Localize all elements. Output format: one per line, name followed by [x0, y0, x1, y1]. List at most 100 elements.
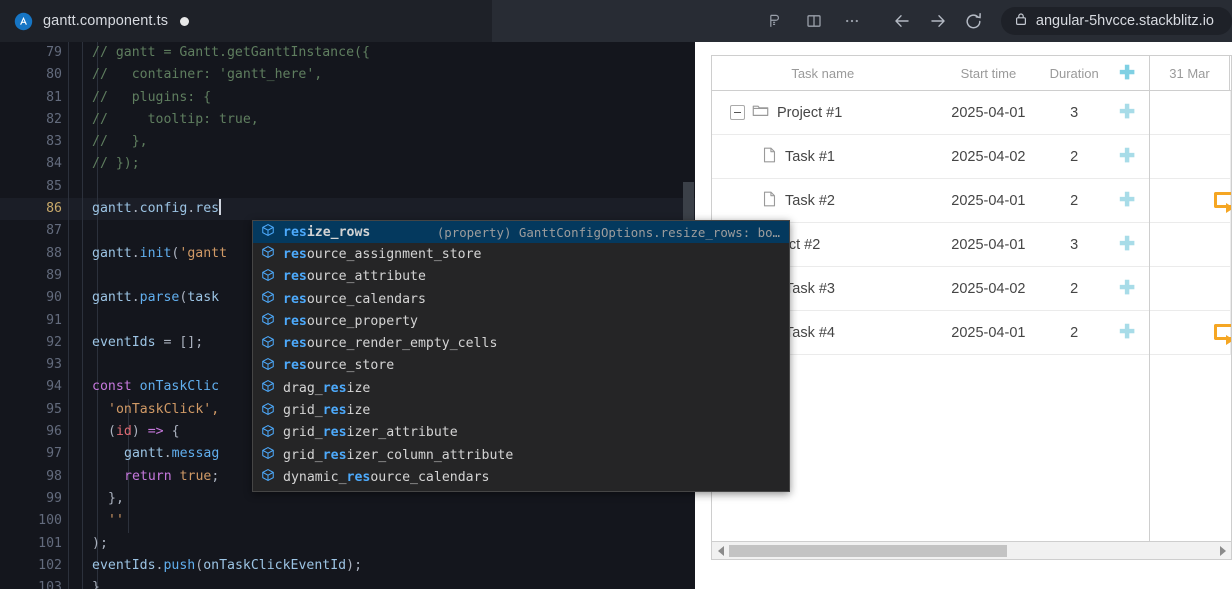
timeline-header-cell: 31 Mar	[1150, 56, 1230, 91]
code-line[interactable]: 103}	[0, 577, 695, 589]
add-task-button[interactable]: ✚	[1105, 103, 1149, 122]
gantt-timeline: 31 Mar	[1150, 56, 1231, 541]
add-task-button[interactable]: ✚	[1105, 323, 1149, 342]
code-line[interactable]: 102 eventIds.push(onTaskClickEventId);	[0, 554, 695, 578]
editor-tab[interactable]: gantt.component.ts	[0, 0, 492, 42]
suggest-item[interactable]: grid_resizer_column_attribute	[253, 444, 789, 466]
indent-guide	[68, 264, 69, 288]
scroll-right-icon[interactable]	[1214, 545, 1231, 556]
indent-guide	[68, 577, 69, 589]
code-line[interactable]: 82 // tooltip: true,	[0, 108, 695, 132]
indent-guide	[82, 309, 83, 332]
line-number: 86	[46, 201, 62, 217]
indent-guide	[68, 309, 69, 332]
code-text: // },	[92, 134, 148, 150]
indent-guide	[97, 443, 98, 466]
split-editor-icon[interactable]	[797, 5, 831, 37]
add-column-button[interactable]: ✚	[1105, 64, 1149, 83]
code-text: gantt.messag	[124, 446, 220, 462]
add-task-button[interactable]: ✚	[1105, 235, 1149, 254]
scrollbar-track[interactable]	[729, 543, 1214, 559]
collapse-toggle-icon[interactable]	[730, 105, 745, 120]
line-number: 89	[46, 267, 62, 283]
indent-guide	[82, 242, 83, 265]
code-line[interactable]: 86 gantt.config.res	[0, 198, 695, 221]
gantt-grid-header: Task name Start time Duration ✚	[712, 56, 1149, 91]
suggest-item[interactable]: resource_attribute	[253, 266, 789, 288]
code-line[interactable]: 85	[0, 175, 695, 199]
gantt-timeline-row[interactable]	[1150, 223, 1231, 267]
dependency-arrow-icon	[1226, 203, 1231, 213]
task-name-cell[interactable]: Task #2	[712, 191, 934, 211]
code-line[interactable]: 79 // gantt = Gantt.getGanttInstance({	[0, 42, 695, 65]
gantt-task-row[interactable]: Task #1 2025-04-02 2 ✚	[712, 135, 1149, 179]
suggest-item[interactable]: resource_calendars	[253, 288, 789, 310]
more-actions-icon[interactable]	[835, 5, 869, 37]
suggest-item[interactable]: grid_resize	[253, 399, 789, 421]
back-icon[interactable]	[885, 5, 919, 37]
property-symbol-icon	[261, 290, 279, 308]
indent-guide	[68, 175, 69, 199]
task-name-label: Task #4	[785, 324, 835, 341]
indent-guide	[68, 398, 69, 422]
column-header-name[interactable]: Task name	[712, 66, 934, 81]
suggest-item[interactable]: dynamic_resource_calendars	[253, 466, 789, 488]
column-header-duration[interactable]: Duration	[1043, 66, 1105, 81]
indent-guide	[68, 198, 69, 221]
gantt-task-row[interactable]: Task #2 2025-04-01 2 ✚	[712, 179, 1149, 223]
indent-guide	[68, 220, 69, 243]
scrollbar-thumb[interactable]	[729, 544, 1007, 557]
suggest-item-label: drag_resize	[283, 380, 371, 396]
suggest-item[interactable]: drag_resize	[253, 377, 789, 399]
gantt-timeline-row[interactable]	[1150, 91, 1231, 135]
suggest-item[interactable]: grid_resizer_attribute	[253, 422, 789, 444]
gantt-timeline-row[interactable]	[1150, 135, 1231, 179]
reload-icon[interactable]	[957, 5, 991, 37]
suggest-item[interactable]: resize_rows (property) GanttConfigOptions…	[253, 221, 789, 244]
autocomplete-suggest-widget[interactable]: resize_rows (property) GanttConfigOptions…	[252, 220, 790, 492]
line-number: 96	[46, 424, 62, 440]
url-bar[interactable]: angular-5hvcce.stackblitz.io	[1000, 7, 1232, 35]
window-chrome: gantt.component.ts angular-5hvcce.stackb…	[0, 0, 1232, 42]
gantt-timeline-row[interactable]	[1150, 267, 1231, 311]
task-name-cell[interactable]: Task #1	[712, 147, 934, 167]
add-task-button[interactable]: ✚	[1105, 279, 1149, 298]
suggest-item[interactable]: resource_property	[253, 310, 789, 332]
suggest-item[interactable]: resource_render_empty_cells	[253, 332, 789, 354]
code-text: );	[92, 535, 108, 551]
code-line[interactable]: 83 // },	[0, 131, 695, 154]
code-line[interactable]: 101);	[0, 532, 695, 555]
task-duration-cell: 3	[1070, 104, 1079, 121]
task-start-cell: 2025-04-01	[951, 192, 1026, 209]
suggest-item-label: dynamic_resource_calendars	[283, 469, 490, 485]
file-icon	[762, 147, 777, 167]
horizontal-scrollbar[interactable]	[711, 542, 1232, 560]
indent-guide	[97, 421, 98, 444]
file-icon	[762, 191, 777, 211]
gantt-task-row[interactable]: Project #1 2025-04-01 3 ✚	[712, 91, 1149, 135]
code-text: eventIds = [];	[92, 334, 204, 350]
line-number: 93	[46, 357, 62, 373]
column-header-start[interactable]: Start time	[934, 66, 1044, 81]
scroll-left-icon[interactable]	[712, 545, 729, 556]
gantt-timeline-row[interactable]	[1150, 311, 1231, 355]
task-name-cell[interactable]: Project #1	[712, 103, 934, 122]
indent-guide	[82, 554, 83, 578]
code-text: 'onTaskClick',	[108, 401, 220, 417]
code-line[interactable]: 80 // container: 'gantt_here',	[0, 64, 695, 87]
add-task-button[interactable]: ✚	[1105, 191, 1149, 210]
gantt-timeline-row[interactable]	[1150, 179, 1231, 223]
indent-guide	[68, 354, 69, 377]
property-symbol-icon	[261, 424, 279, 442]
code-line[interactable]: 100 ''	[0, 510, 695, 533]
forward-icon[interactable]	[921, 5, 955, 37]
suggest-item[interactable]: resource_assignment_store	[253, 243, 789, 265]
code-line[interactable]: 81 // plugins: {	[0, 86, 695, 109]
indent-guide	[97, 465, 98, 488]
add-task-button[interactable]: ✚	[1105, 147, 1149, 166]
suggest-item[interactable]: resource_store	[253, 355, 789, 377]
line-number: 99	[46, 490, 62, 506]
property-symbol-icon	[261, 245, 279, 263]
code-line[interactable]: 84 // });	[0, 153, 695, 176]
copilot-icon[interactable]	[759, 5, 793, 37]
